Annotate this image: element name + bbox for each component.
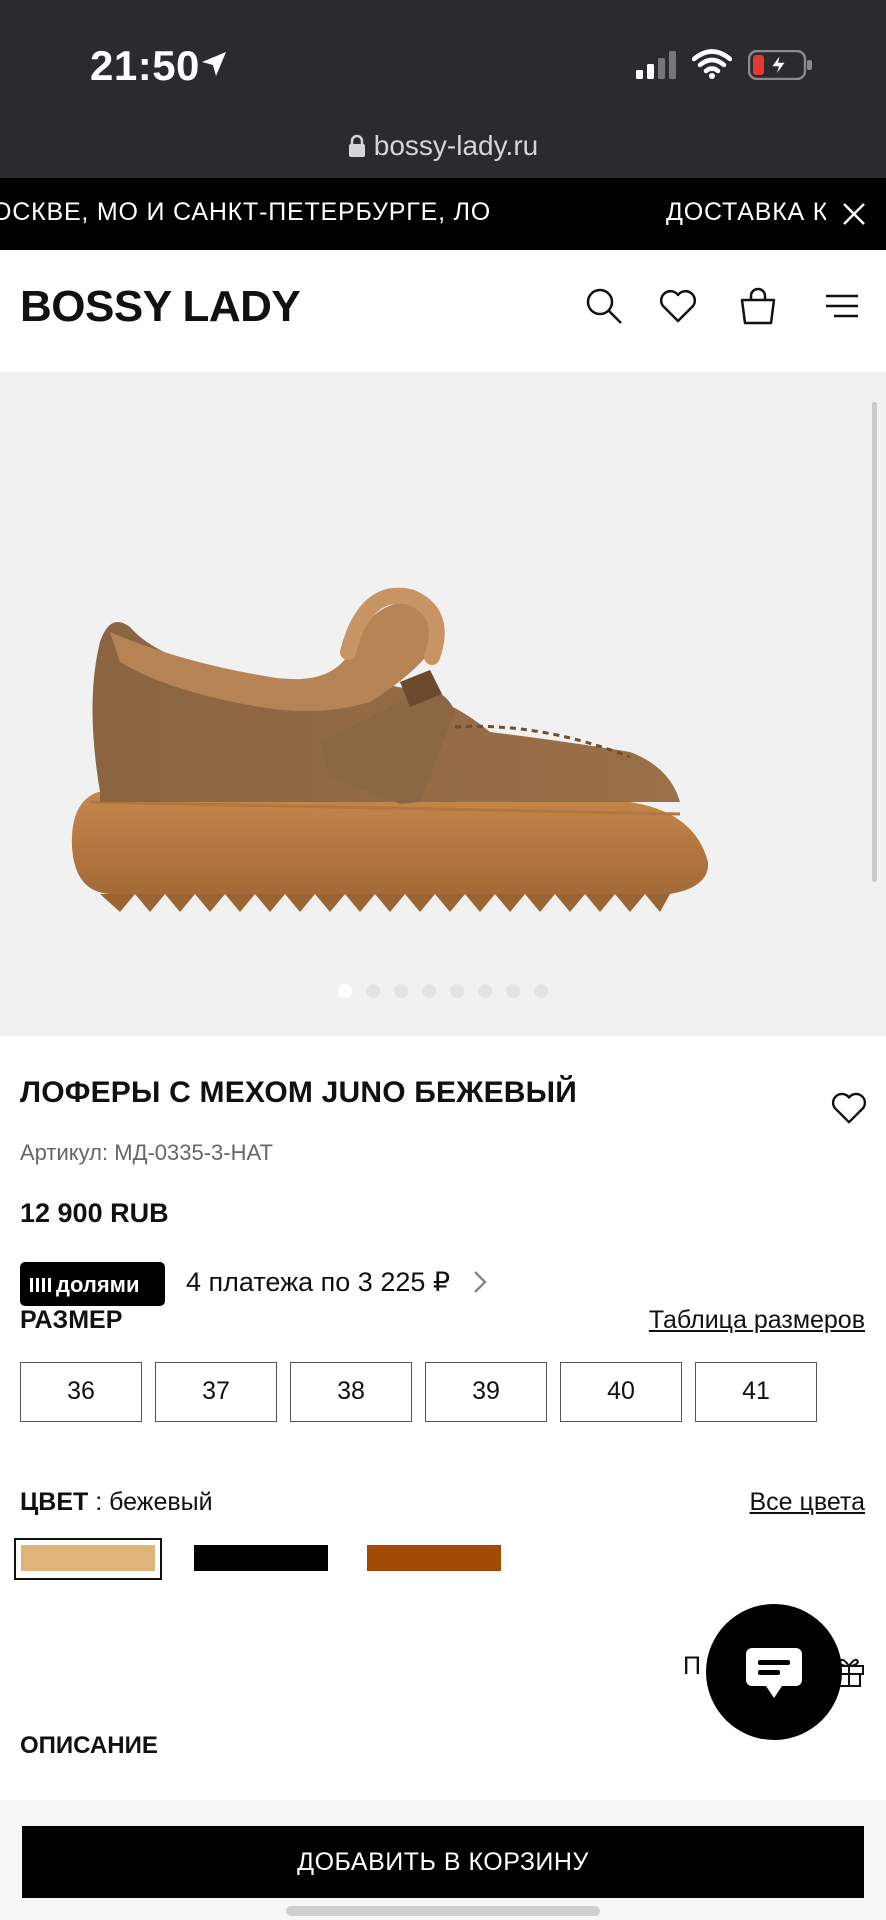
size-option[interactable]: 39 [425,1362,547,1422]
swatch-fill [21,1545,155,1571]
all-colors-link[interactable]: Все цвета [750,1488,866,1517]
pagination-dot[interactable] [506,984,520,998]
swatch-fill [367,1545,501,1571]
installment-text[interactable]: 4 платежа по 3 225 ₽ [186,1267,450,1298]
swatch-fill [194,1545,328,1571]
pagination-dot[interactable] [422,984,436,998]
color-swatch-brown[interactable] [367,1538,501,1580]
color-label: ЦВЕТ : бежевый [20,1488,213,1517]
dolyami-badge[interactable]: долями [20,1262,165,1306]
url-text: bossy-lady.ru [373,130,539,161]
heart-icon[interactable] [658,286,698,331]
pagination-dot[interactable] [534,984,548,998]
promo-text-next: ДОСТАВКА К [666,198,826,226]
size-option[interactable]: 41 [695,1362,817,1422]
product-gallery[interactable] [0,372,886,1036]
status-bar: 21:50 bossy-lady.ru [0,0,886,178]
add-to-cart-button[interactable]: ДОБАВИТЬ В КОРЗИНУ [22,1826,864,1898]
promo-banner: ОСКВЕ, МО И САНКТ-ПЕТЕРБУРГЕ, ЛО ДОСТАВК… [0,178,886,250]
pagination-dot[interactable] [450,984,464,998]
logo[interactable]: BOSSY LADY [20,282,301,332]
gallery-pagination [0,984,886,1003]
bag-icon[interactable] [738,286,778,331]
chat-button[interactable] [706,1604,842,1740]
site-header: BOSSY LADY [0,250,886,372]
color-value: : бежевый [95,1488,213,1516]
battery-icon [747,49,814,85]
dolyami-logo-icon [30,1274,52,1300]
product-image [71,587,709,912]
size-option[interactable]: 37 [155,1362,277,1422]
pagination-dot[interactable] [366,984,380,998]
size-chart-link[interactable]: Таблица размеров [649,1306,865,1335]
color-label-title: ЦВЕТ [20,1488,89,1516]
pagination-dot[interactable] [394,984,408,998]
home-indicator[interactable] [286,1906,600,1916]
chat-icon [746,1648,802,1698]
status-time: 21:50 [90,42,200,89]
promo-text: ОСКВЕ, МО И САНКТ-ПЕТЕРБУРГЕ, ЛО [0,198,492,226]
gallery-scrollbar[interactable] [872,402,877,882]
menu-icon[interactable] [822,286,862,331]
size-option[interactable]: 40 [560,1362,682,1422]
product-sku: Артикул: МД-0335-3-НАТ [20,1140,273,1165]
cellular-signal-icon [636,50,680,85]
product-price: 12 900 RUB [20,1198,169,1228]
size-label: РАЗМЕР [20,1306,123,1334]
add-to-favorites-heart-icon[interactable] [830,1090,868,1131]
pagination-dot[interactable] [338,984,352,998]
wifi-icon [691,48,733,85]
product-title: ЛОФЕРЫ С МЕХОМ JUNO БЕЖЕВЫЙ [20,1076,577,1109]
dolyami-label: долями [56,1272,140,1297]
search-icon[interactable] [584,286,624,331]
address-bar[interactable]: bossy-lady.ru [0,130,886,165]
close-icon[interactable] [840,200,868,233]
color-swatch-black[interactable] [194,1538,328,1580]
color-swatch-beige[interactable] [14,1538,162,1580]
size-option[interactable]: 38 [290,1362,412,1422]
chevron-right-icon[interactable] [470,1268,490,1301]
lock-icon [348,133,366,165]
size-option[interactable]: 36 [20,1362,142,1422]
location-arrow-icon [198,48,230,85]
description-heading[interactable]: ОПИСАНИЕ [20,1732,158,1760]
partially-hidden-link[interactable]: П [683,1652,701,1681]
pagination-dot[interactable] [478,984,492,998]
